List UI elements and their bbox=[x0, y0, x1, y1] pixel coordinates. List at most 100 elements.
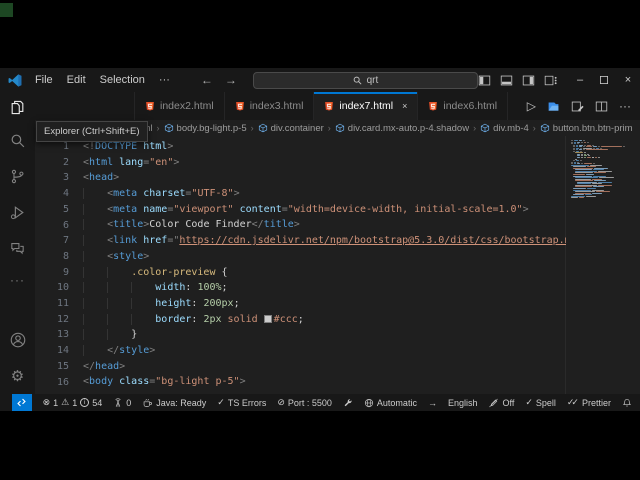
vscode-logo-icon bbox=[8, 73, 22, 88]
tab-index7.html[interactable]: index7.html × bbox=[314, 92, 418, 120]
maximize-icon[interactable] bbox=[592, 68, 616, 92]
nav-forward-icon[interactable]: → bbox=[225, 73, 237, 87]
nav-back-icon[interactable]: ← bbox=[201, 73, 213, 87]
translate-from: Automatic bbox=[377, 398, 417, 408]
code-line-15[interactable]: </head> bbox=[83, 359, 640, 375]
notifications-status[interactable] bbox=[622, 398, 632, 408]
split-editor-icon[interactable] bbox=[595, 100, 608, 113]
crumb-divcardmx-autop-4shadow[interactable]: div.card.mx-auto.p-4.shadow bbox=[335, 123, 469, 134]
run-file-icon[interactable]: ▷ bbox=[527, 99, 536, 113]
tab-label: index7.html bbox=[339, 100, 393, 112]
line-number: 4 bbox=[35, 186, 69, 202]
code-editor[interactable]: 12345678910111213141516 <!DOCTYPE html><… bbox=[35, 136, 640, 394]
tab-index2.html[interactable]: index2.html bbox=[135, 92, 225, 120]
tools-status[interactable] bbox=[343, 398, 353, 408]
tab-label: index3.html bbox=[250, 100, 304, 112]
check-icon: ✓ bbox=[217, 397, 225, 408]
menu-more[interactable]: ··· bbox=[152, 74, 177, 86]
port-status[interactable]: ⊘ Port : 5500 bbox=[277, 397, 332, 408]
code-line-13[interactable]: } bbox=[83, 327, 640, 343]
remote-indicator[interactable] bbox=[12, 394, 32, 411]
source-control-icon[interactable] bbox=[0, 158, 35, 194]
tab-close-icon[interactable]: × bbox=[402, 101, 407, 111]
chat-icon[interactable] bbox=[0, 230, 35, 266]
line-number: 11 bbox=[35, 296, 69, 312]
editor-more-actions-icon[interactable]: ··· bbox=[619, 99, 631, 113]
line-number: 16 bbox=[35, 375, 69, 391]
explorer-icon[interactable] bbox=[0, 92, 35, 122]
translate-to: English bbox=[448, 398, 478, 408]
open-changes-icon[interactable] bbox=[571, 100, 584, 113]
close-icon[interactable]: × bbox=[616, 68, 640, 92]
line-number: 7 bbox=[35, 233, 69, 249]
menu-file[interactable]: File bbox=[28, 74, 60, 86]
command-center-search[interactable]: qrt bbox=[253, 72, 478, 89]
toggle-secondary-sidebar-icon[interactable] bbox=[522, 74, 535, 87]
bell-icon bbox=[622, 398, 632, 408]
status-bar: ⊗ 1 ⚠ 1 i 54 0 Java: Ready ✓ TS Errors ⊘… bbox=[0, 394, 640, 411]
code-line-6[interactable]: <title>Color Code Finder</title> bbox=[83, 217, 640, 233]
account-icon[interactable] bbox=[0, 322, 35, 358]
code-line-14[interactable]: </style> bbox=[83, 343, 640, 359]
ports-status[interactable]: 0 bbox=[113, 398, 131, 408]
spell-status[interactable]: ✓ Spell bbox=[525, 397, 556, 408]
code-line-7[interactable]: <link href="https://cdn.jsdelivr.net/npm… bbox=[83, 233, 640, 249]
line-number: 15 bbox=[35, 359, 69, 375]
code-line-4[interactable]: <meta charset="UTF-8"> bbox=[83, 186, 640, 202]
crumb-bodybg-lightp-5[interactable]: body.bg-light.p-5 bbox=[164, 123, 247, 134]
menu-selection[interactable]: Selection bbox=[93, 74, 152, 86]
minimize-icon[interactable]: – bbox=[568, 68, 592, 92]
blocked-circle-icon: ⊘ bbox=[277, 397, 285, 408]
minimap[interactable] bbox=[566, 136, 640, 394]
line-number-gutter: 12345678910111213141516 bbox=[35, 136, 83, 394]
code-line-3[interactable]: <head> bbox=[83, 170, 640, 186]
tab-label: index6.html bbox=[443, 100, 497, 112]
customize-layout-icon[interactable] bbox=[544, 74, 558, 87]
prettier-status[interactable]: ✓✓ Prettier bbox=[567, 397, 611, 408]
problems-status[interactable]: ⊗ 1 ⚠ 1 i 54 bbox=[43, 397, 103, 408]
line-number: 8 bbox=[35, 249, 69, 265]
menu-edit[interactable]: Edit bbox=[60, 74, 93, 86]
run-debug-icon[interactable] bbox=[0, 194, 35, 230]
code-content[interactable]: <!DOCTYPE html><html lang="en"><head> <m… bbox=[83, 136, 640, 394]
live-preview-icon[interactable] bbox=[547, 100, 560, 113]
code-line-11[interactable]: height: 200px; bbox=[83, 296, 640, 312]
crumb-label: body.bg-light.p-5 bbox=[177, 123, 247, 134]
settings-gear-icon[interactable]: ⚙ bbox=[0, 358, 35, 394]
menu-bar: FileEditSelection··· bbox=[28, 74, 177, 86]
crumb-divmb-4[interactable]: div.mb-4 bbox=[480, 123, 529, 134]
code-line-16[interactable]: <body class="bg-light p-5"> bbox=[83, 374, 640, 390]
line-number: 12 bbox=[35, 312, 69, 328]
code-line-5[interactable]: <meta name="viewport" content="width=dev… bbox=[83, 202, 640, 218]
java-status[interactable]: Java: Ready bbox=[142, 397, 206, 408]
line-number: 3 bbox=[35, 170, 69, 186]
code-line-1[interactable]: <!DOCTYPE html> bbox=[83, 139, 640, 155]
tab-under-tooltip[interactable] bbox=[35, 92, 135, 120]
ts-errors-status[interactable]: ✓ TS Errors bbox=[217, 397, 266, 408]
code-line-8[interactable]: <style> bbox=[83, 249, 640, 265]
crumb-divcontainer[interactable]: div.container bbox=[258, 123, 324, 134]
info-count: 54 bbox=[92, 398, 102, 408]
code-line-9[interactable]: .color-preview { bbox=[83, 265, 640, 281]
line-number: 14 bbox=[35, 343, 69, 359]
line-number: 10 bbox=[35, 280, 69, 296]
toggle-panel-icon[interactable] bbox=[500, 74, 513, 87]
tab-index3.html[interactable]: index3.html bbox=[225, 92, 315, 120]
translate-status[interactable]: Automatic bbox=[364, 398, 417, 408]
more-views-icon[interactable]: ··· bbox=[0, 266, 35, 294]
code-line-10[interactable]: width: 100%; bbox=[83, 280, 640, 296]
highlight-off-status[interactable]: Off bbox=[488, 398, 514, 408]
code-line-2[interactable]: <html lang="en"> bbox=[83, 155, 640, 171]
line-number: 2 bbox=[35, 155, 69, 171]
search-query-text: qrt bbox=[367, 75, 379, 86]
prettier-text: Prettier bbox=[582, 398, 611, 408]
warning-icon: ⚠ bbox=[61, 397, 69, 408]
spell-check-icon: ✓ bbox=[525, 397, 533, 408]
code-line-12[interactable]: border: 2px solid #ccc; bbox=[83, 312, 640, 328]
crumb-buttonbtnbtn-prim[interactable]: button.btn.btn-prim bbox=[540, 123, 633, 134]
tab-index6.html[interactable]: index6.html bbox=[418, 92, 508, 120]
toggle-sidebar-icon[interactable] bbox=[478, 74, 491, 87]
translate-to-status[interactable]: English bbox=[448, 398, 478, 408]
search-sidebar-icon[interactable] bbox=[0, 122, 35, 158]
error-icon: ⊗ bbox=[43, 397, 51, 408]
